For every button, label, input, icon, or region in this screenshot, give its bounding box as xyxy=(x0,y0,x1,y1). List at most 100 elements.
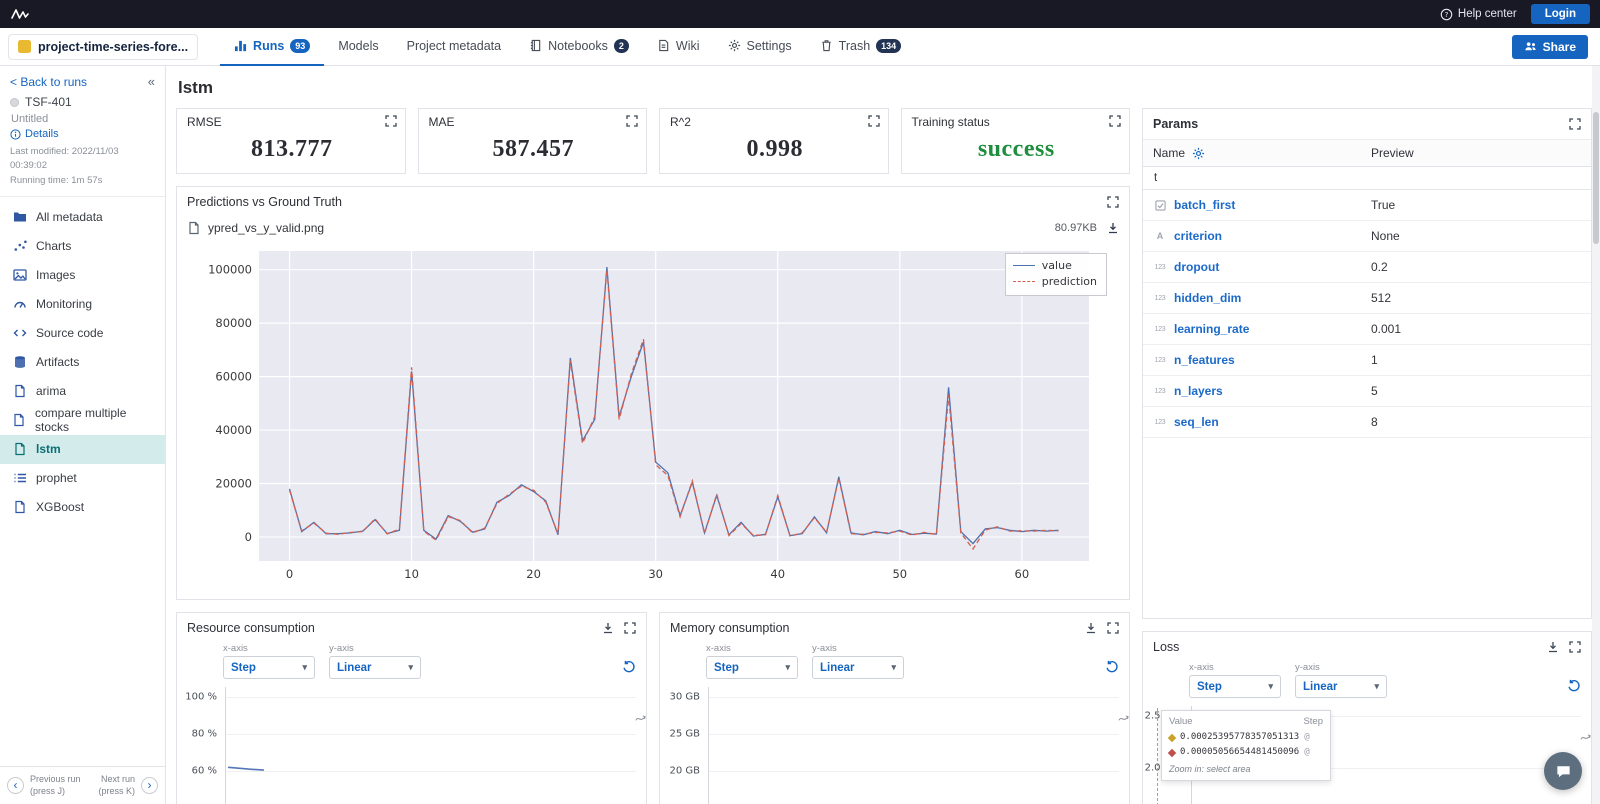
string-type-icon: A xyxy=(1156,231,1164,241)
sidebar-item-source-code[interactable]: Source code xyxy=(0,319,165,348)
bool-type-icon xyxy=(1153,199,1167,211)
sidebar-item-monitoring[interactable]: Monitoring xyxy=(0,290,165,319)
param-value: 0.2 xyxy=(1371,260,1388,274)
column-name-header: Name xyxy=(1153,146,1186,160)
download-icon[interactable] xyxy=(602,622,614,634)
y-axis-select[interactable]: Linear ▾ xyxy=(812,656,904,679)
help-center-link[interactable]: ? Help center xyxy=(1440,8,1517,21)
sidebar-item-xgboost[interactable]: XGBoost xyxy=(0,493,165,522)
tab-runs[interactable]: Runs 93 xyxy=(220,28,325,66)
reset-zoom-icon[interactable] xyxy=(1567,679,1581,693)
collapse-sidebar-button[interactable]: « xyxy=(148,74,155,89)
x-axis-select[interactable]: Step ▾ xyxy=(706,656,798,679)
params-filter-input[interactable] xyxy=(1143,172,1353,184)
expand-icon[interactable] xyxy=(1107,622,1119,634)
loss-chart[interactable]: 2.50e-42.00e-4 ValueStep 0.0002539577835… xyxy=(1143,706,1591,804)
file-name: ypred_vs_y_valid.png xyxy=(208,221,325,235)
param-link[interactable]: seq_len xyxy=(1174,415,1219,429)
param-link[interactable]: learning_rate xyxy=(1174,322,1249,336)
expand-icon[interactable] xyxy=(384,115,397,127)
project-name: project-time-series-fore... xyxy=(38,39,189,54)
neptune-logo-icon[interactable] xyxy=(10,6,32,22)
param-value: 512 xyxy=(1371,291,1392,305)
expand-icon[interactable] xyxy=(867,115,880,127)
expand-icon[interactable] xyxy=(1569,118,1581,130)
people-icon xyxy=(1524,40,1537,53)
sidebar-item-compare-multiple-stocks[interactable]: compare multiple stocks xyxy=(0,406,165,435)
chevron-right-icon: › xyxy=(141,777,158,794)
download-icon[interactable] xyxy=(1547,641,1559,653)
param-link[interactable]: n_features xyxy=(1174,353,1235,367)
params-title: Params xyxy=(1153,117,1199,131)
resource-chart[interactable]: 100 % 80 % 60 % xyxy=(177,687,646,804)
tooltip-series-value: 0.00005056654481450096 @ xyxy=(1167,745,1323,760)
chat-icon xyxy=(1555,763,1572,780)
previous-run-button[interactable]: ‹ Previous run (press J) xyxy=(7,774,81,797)
svg-text:40: 40 xyxy=(770,567,785,581)
sidebar-item-charts[interactable]: Charts xyxy=(0,232,165,261)
project-selector[interactable]: project-time-series-fore... xyxy=(8,33,199,60)
param-link[interactable]: hidden_dim xyxy=(1174,291,1241,305)
param-link[interactable]: n_layers xyxy=(1174,384,1223,398)
download-icon[interactable] xyxy=(1107,222,1119,234)
expand-icon[interactable] xyxy=(1109,115,1121,127)
tab-notebooks[interactable]: Notebooks 2 xyxy=(515,28,643,66)
top-bar: ? Help center Login xyxy=(0,0,1600,28)
sidebar-item-images[interactable]: Images xyxy=(0,261,165,290)
running-time: Running time: 1m 57s xyxy=(10,174,103,186)
pan-zoom-icon xyxy=(1580,732,1591,746)
file-icon xyxy=(187,221,201,235)
next-run-button[interactable]: Next run (press K) › xyxy=(98,774,158,797)
y-axis-select[interactable]: Linear ▾ xyxy=(1295,675,1387,698)
expand-icon[interactable] xyxy=(626,115,638,127)
tab-trash[interactable]: Trash 134 xyxy=(806,28,916,66)
x-axis-select[interactable]: Step ▾ xyxy=(223,656,315,679)
details-link[interactable]: Details xyxy=(10,128,155,140)
sidebar-item-arima[interactable]: arima xyxy=(0,377,165,406)
sidebar-item-all-metadata[interactable]: All metadata xyxy=(0,203,165,232)
predictions-chart[interactable]: 0 20000 40000 60000 80000 100000 0 10 20 30 40 50 60… xyxy=(181,243,1121,594)
image-icon xyxy=(12,268,27,282)
download-icon[interactable] xyxy=(1085,622,1097,634)
last-modified: Last modified: 2022/11/03 00:39:02 xyxy=(10,146,119,172)
wiki-icon xyxy=(657,39,670,52)
tab-count-badge: 93 xyxy=(290,38,311,53)
y-axis-select[interactable]: Linear ▾ xyxy=(329,656,421,679)
param-row-dropout: 123 dropout 0.2 xyxy=(1143,252,1591,283)
svg-text:20000: 20000 xyxy=(215,477,252,491)
expand-icon[interactable] xyxy=(1569,641,1581,653)
reset-zoom-icon[interactable] xyxy=(622,660,636,674)
column-settings-gear-icon[interactable] xyxy=(1192,147,1205,160)
chat-widget-button[interactable] xyxy=(1544,752,1582,790)
sidebar-item-lstm[interactable]: lstm xyxy=(0,434,165,464)
code-icon xyxy=(12,326,27,340)
param-value: 1 xyxy=(1371,353,1378,367)
memory-chart[interactable]: 30 GB 25 GB 20 GB xyxy=(660,687,1129,804)
svg-text:80000: 80000 xyxy=(215,316,252,330)
run-status-dot xyxy=(10,97,19,107)
tab-settings[interactable]: Settings xyxy=(714,28,806,66)
chart-cursor-line xyxy=(1157,708,1158,804)
loss-panel: Loss x-axis Step▾ y-axis Linear▾ 2.50e-4… xyxy=(1142,631,1592,804)
file-size: 80.97KB xyxy=(1054,222,1097,234)
x-axis-select[interactable]: Step ▾ xyxy=(1189,675,1281,698)
param-link[interactable]: batch_first xyxy=(1174,198,1235,212)
tab-project-metadata[interactable]: Project metadata xyxy=(393,28,516,66)
panel-title: Memory consumption xyxy=(670,621,790,635)
share-button[interactable]: Share xyxy=(1511,34,1588,59)
expand-icon[interactable] xyxy=(624,622,636,634)
param-row-learning_rate: 123 learning_rate 0.001 xyxy=(1143,314,1591,345)
expand-icon[interactable] xyxy=(1107,196,1119,208)
scrollbar-thumb[interactable] xyxy=(1593,112,1599,244)
tab-models[interactable]: Models xyxy=(324,28,392,66)
legend-entry: prediction xyxy=(1012,274,1097,290)
param-link[interactable]: dropout xyxy=(1174,260,1219,274)
back-to-runs-link[interactable]: < Back to runs xyxy=(10,75,87,89)
reset-zoom-icon[interactable] xyxy=(1105,660,1119,674)
tab-wiki[interactable]: Wiki xyxy=(643,28,714,66)
param-link[interactable]: criterion xyxy=(1174,229,1222,243)
page-scrollbar[interactable] xyxy=(1592,66,1600,804)
sidebar-item-artifacts[interactable]: Artifacts xyxy=(0,348,165,377)
login-button[interactable]: Login xyxy=(1530,4,1590,24)
sidebar-item-prophet[interactable]: prophet xyxy=(0,464,165,493)
